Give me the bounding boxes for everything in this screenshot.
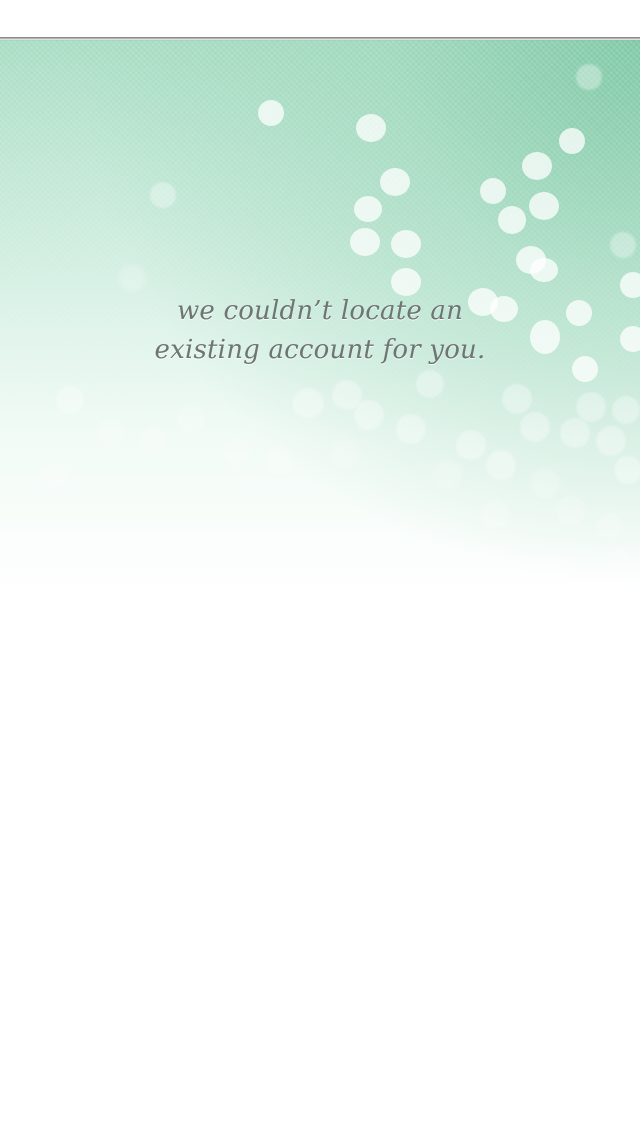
bokeh-dot <box>138 426 168 456</box>
bokeh-dot <box>486 450 516 480</box>
bokeh-dot <box>350 228 380 256</box>
bokeh-dot <box>480 500 510 530</box>
bokeh-dot <box>576 392 606 422</box>
bokeh-dot <box>354 400 384 430</box>
bokeh-dot <box>520 412 550 442</box>
status-bar <box>0 0 640 38</box>
bokeh-dot <box>456 430 486 460</box>
bokeh-dot <box>391 230 421 258</box>
bokeh-dot <box>576 64 602 90</box>
message-line-2: existing account for you. <box>154 335 486 365</box>
bokeh-dot <box>559 128 585 154</box>
bokeh-dot <box>556 496 586 526</box>
bokeh-dot <box>118 264 146 292</box>
bokeh-dot <box>330 438 360 468</box>
bokeh-dot <box>432 460 462 490</box>
bokeh-dot <box>96 418 126 448</box>
bokeh-dot <box>258 100 284 126</box>
status-bar-shadow <box>0 37 640 41</box>
bokeh-dot <box>354 196 382 222</box>
bokeh-dot <box>610 232 636 258</box>
bokeh-dot <box>222 436 252 466</box>
bokeh-dot <box>614 456 640 484</box>
bokeh-dot <box>292 388 324 418</box>
no-account-message: we couldn’t locate an existing account f… <box>0 292 640 370</box>
screen: we couldn’t locate an existing account f… <box>0 0 640 1136</box>
bokeh-dot <box>380 168 410 196</box>
bokeh-dot <box>356 114 386 142</box>
bokeh-dot <box>612 396 640 424</box>
bokeh-dot <box>560 418 590 448</box>
bokeh-dot <box>416 370 444 398</box>
message-line-1: we couldn’t locate an <box>176 296 464 326</box>
bokeh-dot <box>396 414 426 444</box>
bokeh-dot <box>264 444 294 474</box>
bokeh-dot <box>40 462 68 490</box>
bokeh-dot <box>480 178 506 204</box>
bokeh-dot <box>530 468 560 498</box>
bokeh-dot <box>502 384 532 414</box>
bokeh-dot <box>596 512 624 540</box>
bokeh-dot <box>529 192 559 220</box>
bokeh-dot <box>150 182 176 208</box>
bokeh-dot <box>56 386 84 414</box>
bokeh-dot <box>530 258 558 282</box>
bokeh-dot <box>176 404 206 434</box>
bokeh-dot <box>596 426 626 456</box>
bokeh-dot <box>498 206 526 234</box>
bokeh-dot <box>606 546 632 572</box>
bokeh-dot <box>522 152 552 180</box>
